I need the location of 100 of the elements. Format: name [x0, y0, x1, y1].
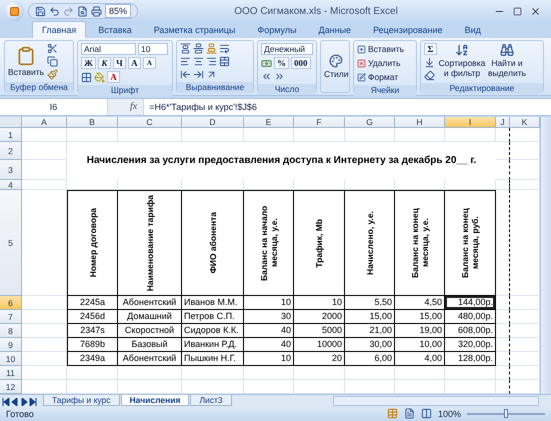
font-field[interactable]: Arial [81, 43, 136, 55]
font-color-button[interactable]: A [107, 71, 120, 83]
column-header[interactable]: A [22, 117, 67, 128]
row-header[interactable]: 8 [0, 324, 22, 338]
column-header[interactable]: I [445, 117, 496, 128]
table-cell[interactable]: 10 [294, 296, 345, 310]
underline-button[interactable]: Ч [112, 57, 126, 69]
zoom-field[interactable]: 85% [105, 4, 132, 18]
column-header[interactable]: G [345, 117, 395, 128]
table-cell[interactable]: 10 [244, 352, 294, 366]
group-label: Буфер обмена [5, 82, 73, 93]
italic-button[interactable]: К [98, 57, 111, 69]
percent-button[interactable]: % [274, 57, 289, 69]
column-header[interactable]: K [510, 117, 540, 128]
column-header[interactable]: J [496, 117, 510, 128]
row-header[interactable]: 7 [0, 310, 22, 324]
size-field[interactable]: 10 [138, 43, 168, 55]
window-title: ООО Сигмаком.xls - Microsoft Excel [233, 6, 399, 16]
table-cell[interactable]: Абонентский [118, 352, 182, 366]
table-cell[interactable]: 4,50 [395, 296, 445, 310]
row-header[interactable]: 2 [0, 142, 22, 160]
sort-filter-button[interactable]: Сортировка и фильтр [440, 43, 484, 78]
number-format-field[interactable]: Денежный [261, 43, 313, 55]
column-header[interactable]: H [395, 117, 445, 128]
table-cell[interactable]: Скоростной [118, 324, 182, 338]
header-cell: ФИО абонента [182, 190, 244, 296]
table-cell[interactable]: 608,00р. [445, 324, 496, 338]
column-header[interactable]: D [182, 117, 244, 128]
bold-button[interactable]: Ж [81, 57, 96, 69]
table-cell[interactable]: 40 [244, 338, 294, 352]
table-cell[interactable]: Иванкин Р.Д. [182, 338, 244, 352]
table-cell[interactable]: 15,00 [345, 310, 395, 324]
table-cell[interactable]: 30,00 [345, 338, 395, 352]
find-select-button[interactable]: Найти и выделить [487, 43, 527, 78]
table-cell[interactable]: 10,00 [395, 338, 445, 352]
table-cell[interactable]: 2347s [67, 324, 118, 338]
row-header[interactable]: 9 [0, 338, 22, 352]
header-cell: Трафик, Mb [294, 190, 345, 296]
row-header[interactable]: 1 [0, 128, 22, 142]
row-header[interactable]: 11 [0, 366, 22, 380]
ribbon-tab[interactable]: Вид [454, 21, 491, 38]
table-cell[interactable]: 5000 [294, 324, 345, 338]
ribbon-tab[interactable]: Рецензирование [363, 21, 453, 38]
table-cell[interactable]: 21,00 [345, 324, 395, 338]
table-cell[interactable]: Сидоров К.К. [182, 324, 244, 338]
ribbon-tab[interactable]: Главная [32, 21, 86, 38]
table-cell[interactable]: 4,00 [395, 352, 445, 366]
table-cell[interactable]: Иванов М.М. [182, 296, 244, 310]
function-button[interactable]: fx [108, 99, 144, 115]
group-label: Ячейки [354, 85, 416, 96]
table-cell[interactable]: 2245a [67, 296, 118, 310]
table-cell[interactable]: 20 [294, 352, 345, 366]
table-cell[interactable]: 2349a [67, 352, 118, 366]
table-cell[interactable]: 19,00 [395, 324, 445, 338]
table-cell[interactable]: Базовый [118, 338, 182, 352]
sheet-tab[interactable]: Тарифы и курс [43, 395, 120, 406]
group-label: Число [258, 84, 316, 95]
row-header[interactable]: 6 [0, 296, 22, 310]
table-cell[interactable]: 2456d [67, 310, 118, 324]
cells-menu-button[interactable]: Вставить [357, 43, 404, 55]
sheet-tab[interactable]: Лист3 [190, 395, 232, 406]
column-header[interactable]: B [67, 117, 118, 128]
column-header[interactable]: C [118, 117, 182, 128]
thousands-button[interactable]: 000 [291, 57, 310, 69]
table-cell[interactable]: 320,00р. [445, 338, 496, 352]
formula-field[interactable]: =H6*'Тарифы и курс'!$J$6 [144, 102, 257, 112]
table-cell[interactable]: 6,00 [345, 352, 395, 366]
table-cell[interactable]: 144,00р. [445, 296, 496, 310]
cells-menu-button[interactable]: Удалить [357, 57, 404, 69]
ribbon-tab[interactable]: Разметка страницы [144, 21, 246, 38]
paste-button[interactable]: Вставить [8, 46, 44, 77]
ribbon-tab[interactable]: Формулы [247, 21, 307, 38]
table-cell[interactable]: 128,00р. [445, 352, 496, 366]
table-cell[interactable]: 5,50 [345, 296, 395, 310]
table-cell[interactable]: 30 [244, 310, 294, 324]
table-cell[interactable]: 10 [244, 296, 294, 310]
column-header[interactable]: F [294, 117, 345, 128]
table-cell[interactable]: 10000 [294, 338, 345, 352]
sum-button[interactable]: Σ [424, 43, 437, 55]
row-header[interactable]: 5 [0, 190, 22, 296]
row-header[interactable]: 4 [0, 180, 22, 190]
sheet-tab[interactable]: Начисления [120, 395, 190, 406]
table-cell[interactable]: Петров С.П. [182, 310, 244, 324]
ribbon-tab[interactable]: Вставка [88, 21, 142, 38]
table-cell[interactable]: 15,00 [395, 310, 445, 324]
row-header[interactable]: 3 [0, 160, 22, 180]
table-cell[interactable]: Домашний [118, 310, 182, 324]
header-cell: Наименование тарифа [118, 190, 182, 296]
table-cell[interactable]: 480,00р. [445, 310, 496, 324]
column-header[interactable]: E [244, 117, 294, 128]
table-cell[interactable]: 2000 [294, 310, 345, 324]
table-cell[interactable]: Абонентский [118, 296, 182, 310]
row-header[interactable]: 10 [0, 352, 22, 366]
grow-font-button[interactable]: A [128, 57, 141, 69]
row-header[interactable]: 12 [0, 380, 22, 394]
table-cell[interactable]: 40 [244, 324, 294, 338]
ribbon-tab[interactable]: Данные [308, 21, 362, 38]
table-cell[interactable]: 7689b [67, 338, 118, 352]
cells-menu-button[interactable]: Формат [357, 71, 404, 83]
table-cell[interactable]: Пышкин Н.Г. [182, 352, 244, 366]
